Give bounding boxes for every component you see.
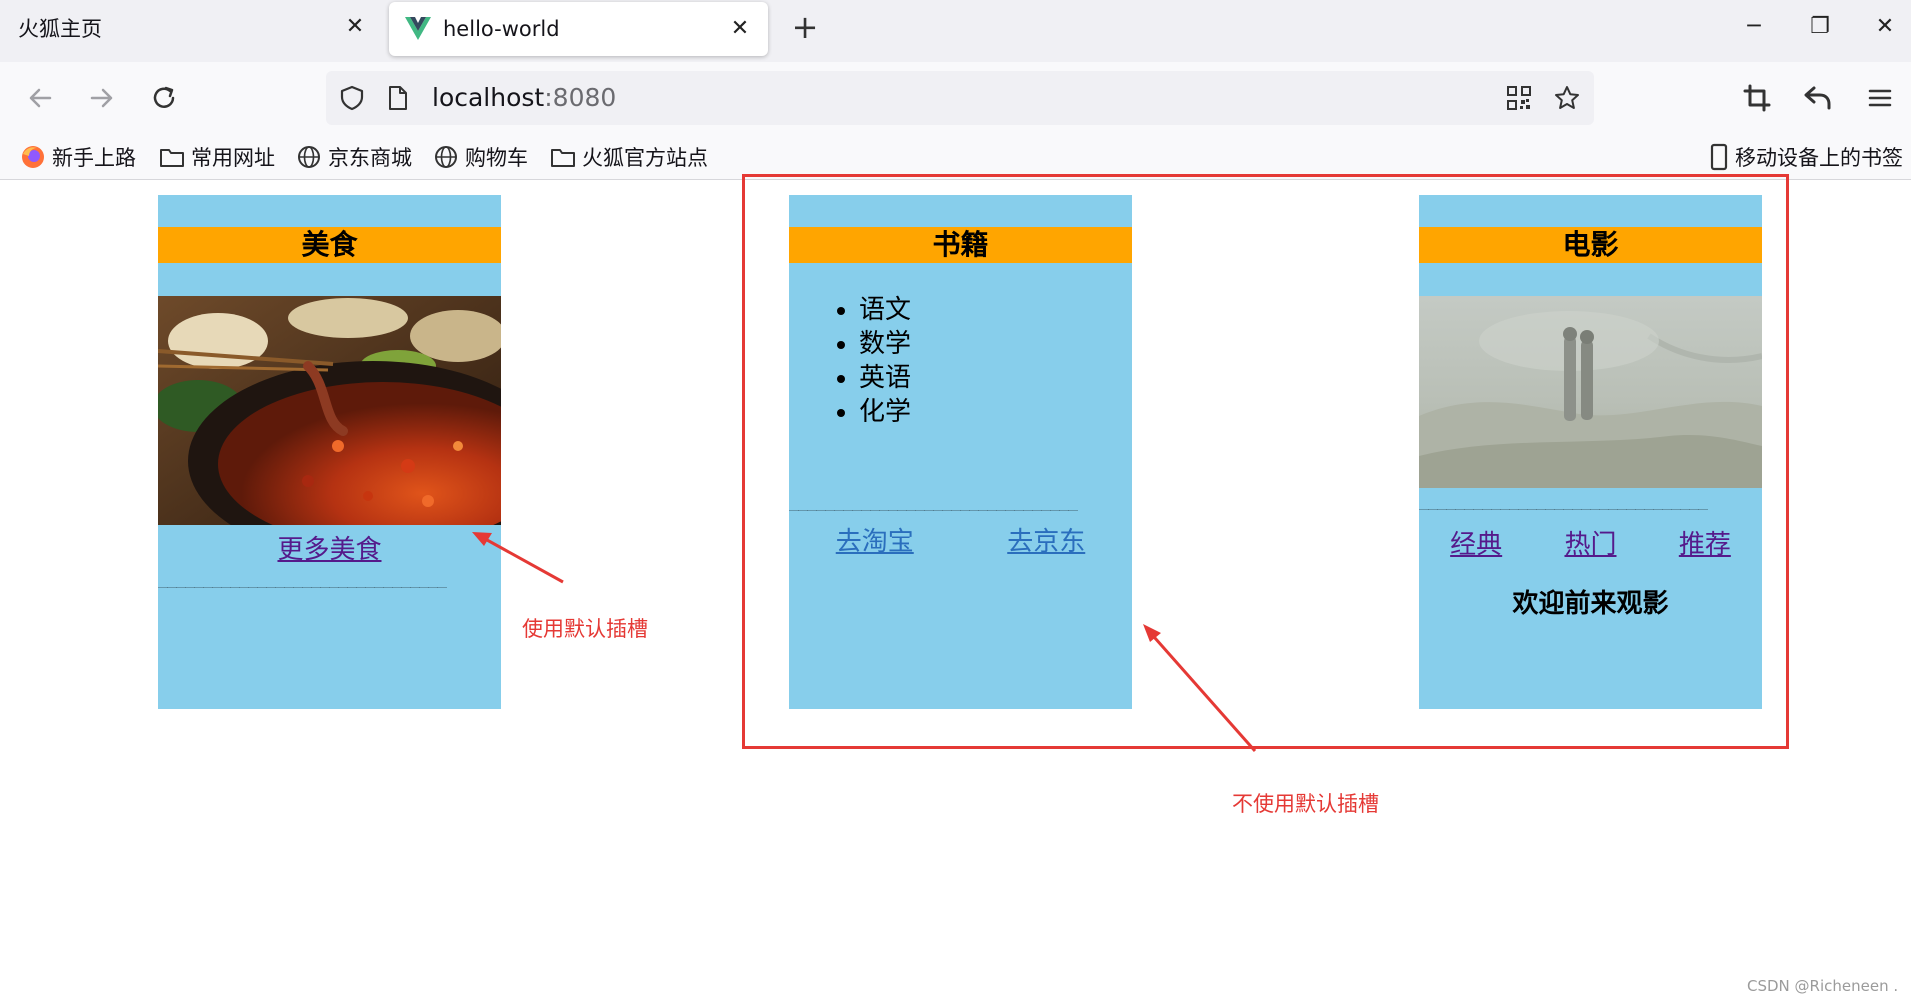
forward-icon[interactable]	[84, 80, 120, 116]
menu-icon[interactable]	[1862, 80, 1898, 116]
watermark: CSDN @Richeneen .	[1747, 977, 1899, 995]
annotation-default-slot: 使用默认插槽	[522, 617, 648, 641]
undo-arrow-icon[interactable]	[1800, 80, 1836, 116]
navigation-bar: localhost:8080	[0, 62, 1911, 134]
screenshot-crop-icon[interactable]	[1739, 80, 1775, 116]
arrow-icon	[477, 533, 564, 584]
window-close-icon[interactable]: ✕	[1870, 12, 1900, 42]
arrow-head-icon	[472, 532, 492, 546]
bookmark-folder[interactable]: 常用网址	[159, 142, 275, 172]
bookmark-folder[interactable]: 火狐官方站点	[550, 142, 708, 172]
tab-firefox-home[interactable]: 火狐主页 ✕	[0, 0, 380, 56]
tab-title: hello-world	[443, 17, 560, 41]
mobile-device-icon	[1710, 143, 1728, 171]
page-content: 美食 更多美食 ________________________________…	[0, 174, 1911, 1000]
qr-code-icon[interactable]	[1506, 85, 1532, 111]
globe-icon	[298, 146, 320, 168]
url-text[interactable]: localhost:8080	[432, 83, 616, 112]
tab-bar: 火狐主页 ✕ hello-world ✕ + ─ ❐ ✕	[0, 0, 1911, 62]
folder-icon	[160, 149, 184, 167]
reload-icon[interactable]	[146, 80, 182, 116]
back-icon[interactable]	[22, 80, 58, 116]
close-icon[interactable]: ✕	[729, 18, 751, 40]
mobile-bookmarks[interactable]: 移动设备上的书签	[1709, 142, 1903, 172]
new-tab-button[interactable]: +	[790, 10, 820, 44]
vue-logo-icon	[405, 17, 431, 40]
annotation-arrows	[472, 532, 1257, 752]
restore-icon[interactable]: ❐	[1805, 12, 1835, 42]
bookmark-item[interactable]: 购物车	[433, 142, 528, 172]
tab-hello-world[interactable]: hello-world ✕	[389, 2, 768, 56]
bookmark-star-icon[interactable]	[1553, 84, 1581, 112]
globe-icon	[435, 146, 457, 168]
tab-title: 火狐主页	[18, 17, 102, 41]
bookmark-item[interactable]: 京东商城	[296, 142, 412, 172]
arrow-head-icon	[1143, 624, 1161, 642]
page-icon[interactable]	[386, 84, 410, 112]
url-bar[interactable]: localhost:8080	[326, 71, 1594, 125]
shield-icon[interactable]	[338, 84, 366, 112]
folder-icon	[551, 149, 575, 167]
annotation-no-default-slot: 不使用默认插槽	[1232, 792, 1379, 816]
arrow-icon	[1145, 628, 1257, 752]
firefox-icon	[22, 146, 44, 168]
close-icon[interactable]: ✕	[344, 16, 366, 38]
minimize-icon[interactable]: ─	[1739, 12, 1769, 42]
bookmark-item[interactable]: 新手上路	[20, 142, 136, 172]
